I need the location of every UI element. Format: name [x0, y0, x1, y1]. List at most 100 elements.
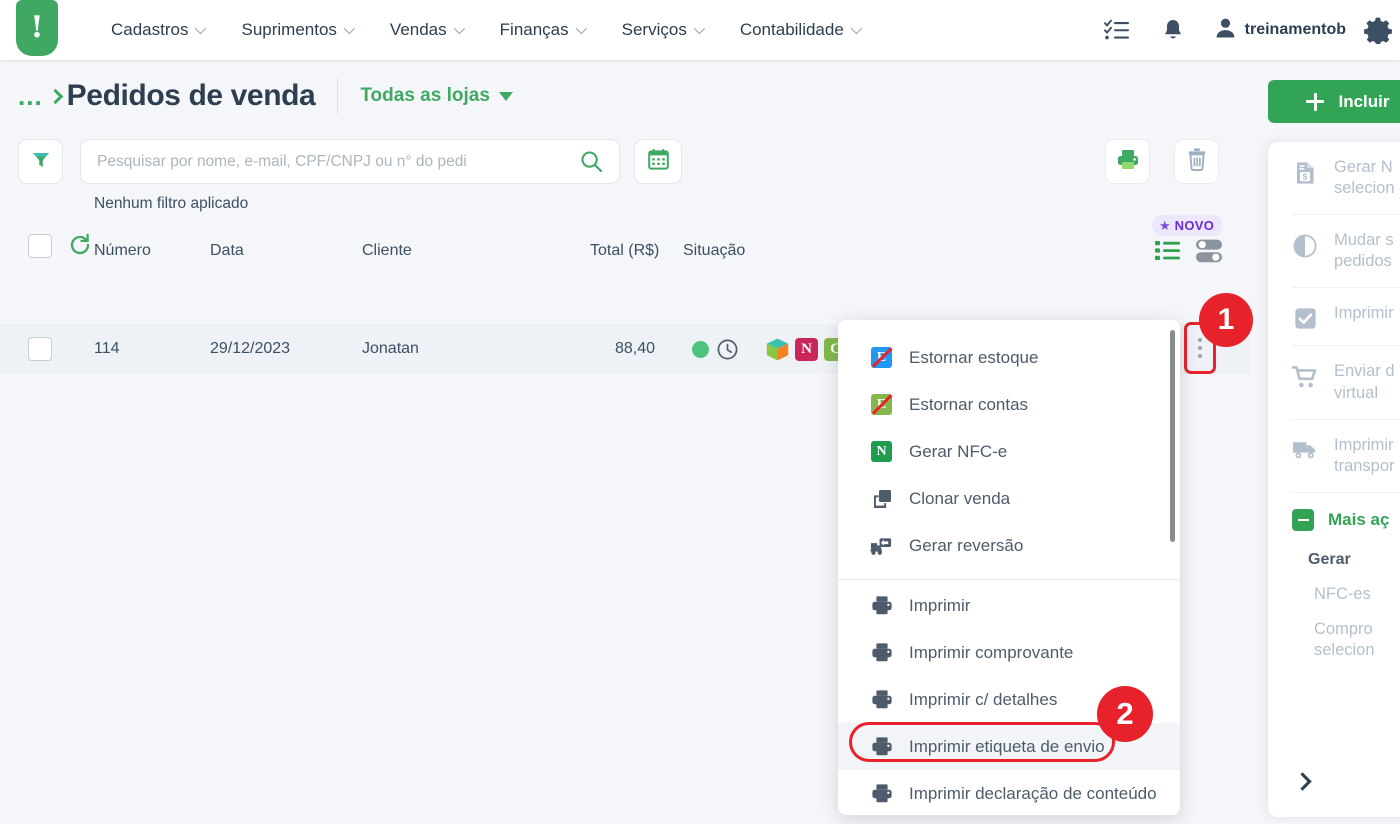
- panel-section-title: Gerar: [1308, 550, 1351, 568]
- chevron-down-icon: [195, 22, 207, 35]
- menu-divider: [838, 579, 1180, 580]
- reverse-accounts-icon: E: [870, 393, 893, 416]
- chevron-down-icon: [343, 22, 355, 35]
- more-actions-toggle[interactable]: Mais aç: [1268, 493, 1400, 545]
- tiny-exclamation-logo[interactable]: !: [16, 0, 58, 56]
- nav-item-suprimentos[interactable]: Suprimentos: [222, 20, 370, 40]
- funnel-icon: [31, 149, 51, 174]
- vertical-dots-icon: [1198, 354, 1202, 358]
- column-header-total[interactable]: Total (R$): [590, 242, 659, 260]
- table-header: Número Data Cliente Total (R$) Situação: [0, 228, 1250, 280]
- print-selected-button[interactable]: [1105, 139, 1150, 184]
- menu-item-label: Estornar contas: [909, 394, 1029, 414]
- panel-collapse-button[interactable]: [1293, 772, 1312, 791]
- truck-icon: [1292, 435, 1318, 460]
- bell-icon[interactable]: [1145, 0, 1201, 60]
- cell-cliente: Jonatan: [362, 340, 419, 357]
- header-divider: [337, 78, 339, 114]
- panel-item-enviar-loja-virtual[interactable]: Enviar d virtual: [1268, 346, 1400, 418]
- nav-item-servicos[interactable]: Serviços: [603, 20, 721, 40]
- nav-item-financas[interactable]: Finanças: [481, 20, 603, 40]
- checklist-icon[interactable]: [1089, 0, 1145, 60]
- nav-item-label: Contabilidade: [739, 20, 844, 39]
- filter-button[interactable]: [18, 139, 63, 184]
- reversal-truck-icon: [870, 534, 893, 557]
- menu-item-imprimir-comprovante[interactable]: Imprimir comprovante: [838, 629, 1180, 676]
- magnifier-icon[interactable]: [572, 150, 603, 173]
- user-name: treinamentob: [1244, 21, 1346, 38]
- date-range-button[interactable]: [634, 139, 682, 184]
- gear-icon[interactable]: [1356, 0, 1400, 60]
- nav-item-vendas[interactable]: Vendas: [371, 20, 481, 40]
- vertical-dots-icon: [1198, 346, 1202, 350]
- menu-item-label: Clonar venda: [909, 488, 1011, 508]
- column-header-situacao[interactable]: Situação: [683, 242, 745, 260]
- panel-item-label: Imprimir: [1334, 304, 1394, 323]
- printer-icon: [870, 688, 893, 711]
- panel-sub-item-comprovantes[interactable]: Compro selecion: [1268, 612, 1400, 668]
- search-box[interactable]: [80, 139, 620, 184]
- trash-icon: [1186, 147, 1208, 176]
- top-right-actions: treinamentob: [1089, 0, 1400, 60]
- nav-item-cadastros[interactable]: Cadastros: [92, 20, 222, 40]
- menu-item-clonar-venda[interactable]: Clonar venda: [838, 475, 1180, 522]
- chevron-down-icon: [575, 22, 587, 35]
- panel-item-gerar-nf[interactable]: $ Gerar Nselecion: [1268, 142, 1400, 214]
- clone-icon: [870, 487, 893, 510]
- annotation-highlight-box: [849, 722, 1115, 762]
- clock-icon: [717, 339, 738, 365]
- chevron-right-icon: [1293, 772, 1312, 791]
- column-header-data[interactable]: Data: [210, 242, 244, 260]
- nav-items: Cadastros Suprimentos Vendas Finanças Se…: [92, 20, 878, 40]
- menu-item-imprimir-declaracao-de-conteudo[interactable]: Imprimir declaração de conteúdo: [838, 770, 1180, 815]
- menu-item-gerar-nfce[interactable]: N Gerar NFC-e: [838, 428, 1180, 475]
- breadcrumb-ellipsis[interactable]: ...: [18, 81, 43, 112]
- column-header-numero[interactable]: Número: [94, 242, 151, 260]
- menu-item-estornar-contas[interactable]: E Estornar contas: [838, 381, 1180, 428]
- menu-item-estornar-estoque[interactable]: E Estornar estoque: [838, 334, 1180, 381]
- contrast-circle-icon: [1292, 230, 1318, 258]
- menu-item-gerar-reversao[interactable]: Gerar reversão: [838, 522, 1180, 569]
- menu-item-label: Estornar estoque: [909, 347, 1039, 367]
- dropdown-scrollbar[interactable]: [1170, 330, 1175, 542]
- chevron-down-icon: [850, 22, 862, 35]
- no-filter-applied-text: Nenhum filtro aplicado: [94, 195, 249, 212]
- cell-data: 29/12/2023: [210, 340, 291, 357]
- panel-item-imprimir[interactable]: Imprimir: [1268, 288, 1400, 345]
- plus-icon: [1306, 92, 1325, 111]
- menu-item-label: Imprimir comprovante: [909, 642, 1074, 662]
- svg-text:$: $: [1303, 172, 1308, 182]
- chevron-down-icon: [498, 91, 513, 101]
- row-select-checkbox[interactable]: [28, 337, 52, 361]
- app-root: ! Cadastros Suprimentos Vendas Finanças …: [0, 0, 1400, 824]
- cart-icon: [1292, 361, 1318, 389]
- logo-glyph: !: [30, 10, 44, 45]
- nav-item-label: Finanças: [499, 20, 569, 39]
- delete-selected-button[interactable]: [1174, 139, 1219, 184]
- menu-item-label: Gerar reversão: [909, 535, 1024, 555]
- column-header-cliente[interactable]: Cliente: [362, 242, 412, 260]
- nav-item-contabilidade[interactable]: Contabilidade: [721, 20, 878, 40]
- invoice-money-icon: $: [1292, 157, 1318, 185]
- cell-total: 88,40: [615, 340, 656, 357]
- store-selector[interactable]: Todas as lojas: [360, 85, 513, 107]
- breadcrumb-chevron-icon: [47, 88, 63, 104]
- menu-item-imprimir[interactable]: Imprimir: [838, 582, 1180, 629]
- bulk-actions-panel: $ Gerar Nselecion Mudar s pedidos Imprim…: [1268, 142, 1400, 817]
- nav-item-label: Vendas: [389, 20, 447, 39]
- user-menu[interactable]: treinamentob: [1201, 17, 1356, 44]
- nav-item-label: Serviços: [621, 20, 687, 39]
- chevron-down-icon: [693, 22, 705, 35]
- store-selector-label: Todas as lojas: [360, 85, 490, 106]
- printer-icon: [870, 594, 893, 617]
- panel-item-mudar-situacao[interactable]: Mudar s pedidos: [1268, 215, 1400, 287]
- panel-item-label: Enviar d virtual: [1334, 362, 1395, 402]
- panel-item-label: Gerar Nselecion: [1334, 158, 1395, 198]
- add-sale-order-button[interactable]: Incluir: [1268, 80, 1400, 123]
- page-header: ... Pedidos de venda Todas as lojas: [0, 60, 1260, 132]
- panel-sub-item-nfce[interactable]: NFC-es: [1268, 577, 1400, 612]
- search-input[interactable]: [97, 152, 572, 171]
- panel-item-imprimir-transporte[interactable]: Imprimir transpor: [1268, 420, 1400, 492]
- more-actions-label: Mais aç: [1328, 509, 1390, 529]
- reverse-stock-icon: E: [870, 346, 893, 369]
